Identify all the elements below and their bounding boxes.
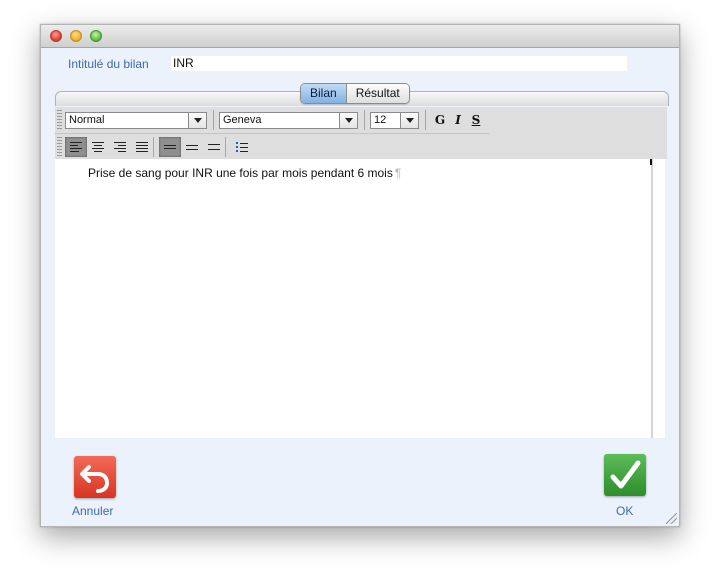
ok-button[interactable] (604, 454, 646, 496)
resize-grip-icon[interactable] (666, 513, 677, 524)
align-left-button[interactable] (65, 137, 87, 157)
text-cursor (650, 159, 652, 165)
toolbar-row-text: Normal Geneva 12 G I S (55, 107, 489, 134)
toolbar-row-paragraph (55, 134, 261, 160)
line-spacing-double-button[interactable] (203, 137, 225, 157)
tab-switcher: Bilan Résultat (300, 83, 410, 104)
chevron-down-icon[interactable] (339, 112, 357, 128)
bullet-list-button[interactable] (231, 137, 253, 157)
font-size-value: 12 (374, 114, 387, 126)
editor-scrollbar[interactable] (651, 159, 665, 438)
tab-bilan[interactable]: Bilan (301, 84, 347, 103)
chevron-down-icon[interactable] (400, 112, 418, 128)
toolbar-grip-icon[interactable] (57, 137, 62, 157)
line-spacing-medium-button[interactable] (181, 137, 203, 157)
align-right-button[interactable] (109, 137, 131, 157)
toolbar-separator (213, 110, 214, 130)
editor-paragraph: Prise de sang pour INR une fois par mois… (88, 166, 401, 180)
rich-text-editor[interactable]: Prise de sang pour INR une fois par mois… (55, 159, 651, 438)
toolbar-separator (364, 110, 365, 130)
align-center-icon (92, 140, 104, 154)
align-justify-button[interactable] (131, 137, 153, 157)
close-window-button[interactable] (50, 30, 62, 42)
zoom-window-button[interactable] (90, 30, 102, 42)
align-center-button[interactable] (87, 137, 109, 157)
tab-resultat[interactable]: Résultat (346, 84, 409, 103)
cancel-button[interactable] (74, 456, 116, 498)
font-select[interactable]: Geneva (219, 111, 358, 129)
bold-button[interactable]: G (431, 113, 449, 127)
editor-text: Prise de sang pour INR une fois par mois… (88, 166, 393, 180)
undo-arrow-icon (80, 465, 110, 493)
style-select[interactable]: Normal (65, 111, 207, 129)
line-spacing-double-icon (208, 140, 220, 154)
align-left-icon (70, 140, 82, 154)
minimize-window-button[interactable] (70, 30, 82, 42)
bilan-title-label: Intitulé du bilan (68, 57, 149, 71)
checkmark-icon (610, 460, 641, 489)
toolbar-separator (225, 137, 226, 157)
strike-button[interactable]: S (467, 113, 485, 127)
style-select-value: Normal (69, 114, 105, 126)
bilan-title-field[interactable]: INR (171, 56, 627, 71)
bullet-list-icon (235, 141, 249, 153)
pilcrow-icon: ¶ (394, 166, 402, 180)
italic-button[interactable]: I (449, 113, 467, 127)
toolbar-separator (425, 110, 426, 130)
cancel-label[interactable]: Annuler (72, 504, 113, 518)
ok-label[interactable]: OK (616, 504, 633, 518)
align-right-icon (114, 140, 126, 154)
font-select-value: Geneva (223, 114, 262, 126)
align-justify-icon (136, 140, 148, 154)
toolbar-grip-icon[interactable] (57, 110, 62, 130)
chevron-down-icon[interactable] (188, 112, 206, 128)
font-size-select[interactable]: 12 (370, 111, 419, 129)
line-spacing-medium-icon (186, 142, 198, 153)
line-spacing-single-icon (164, 143, 176, 151)
dialog-window: Intitulé du bilan INR Bilan Résultat Nor… (40, 24, 680, 527)
toolbar-separator (153, 137, 154, 157)
formatting-toolbar: Normal Geneva 12 G I S (55, 107, 667, 159)
title-bar[interactable] (41, 25, 679, 48)
line-spacing-single-button[interactable] (159, 137, 181, 157)
